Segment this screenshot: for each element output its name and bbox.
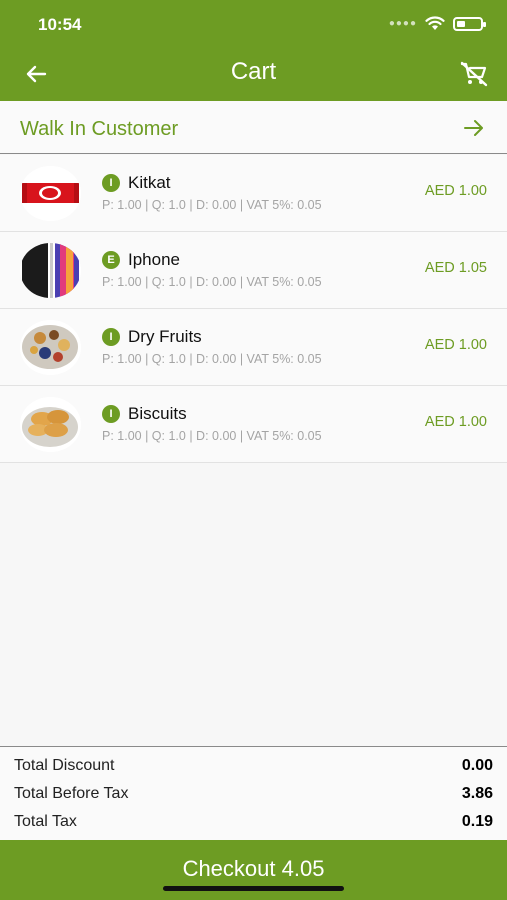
item-price: AED 1.00 [424,337,487,353]
cart-item-row[interactable]: E Iphone P: 1.00 | Q: 1.0 | D: 0.00 | VA… [0,232,507,309]
wifi-icon [425,16,445,30]
cart-item-row[interactable]: I Biscuits P: 1.00 | Q: 1.0 | D: 0.00 | … [0,386,507,463]
cart-remove-icon [460,61,488,87]
iphone-image [20,243,81,298]
battery-level [457,20,465,27]
page-title: Cart [230,58,277,85]
item-name: Biscuits [128,404,187,423]
total-value: 0.19 [461,813,493,830]
item-price: AED 1.00 [424,183,487,199]
totals-panel: Total Discount 0.00 Total Before Tax 3.8… [0,746,507,842]
status-time: 10:54 [38,15,82,34]
item-type-badge: I [102,328,120,346]
clear-cart-button[interactable] [457,58,491,90]
total-before-tax-row: Total Before Tax 3.86 [14,782,493,806]
item-name: Iphone [128,250,180,269]
customer-selector[interactable]: Walk In Customer [0,101,507,154]
app-header: 10:54 ●●●● Cart [0,0,507,101]
status-icons: ●●●● [388,16,486,31]
item-details: P: 1.00 | Q: 1.0 | D: 0.00 | VAT 5%: 0.0… [102,198,322,212]
total-value: 0.00 [461,757,493,774]
total-label: Total Tax [14,813,77,830]
biscuits-image [20,397,81,452]
total-label: Total Before Tax [14,785,129,802]
item-type-badge: I [102,174,120,192]
kitkat-image [20,166,81,221]
item-details: P: 1.00 | Q: 1.0 | D: 0.00 | VAT 5%: 0.0… [102,429,322,443]
signal-icon: ●●●● [388,18,417,29]
customer-name: Walk In Customer [20,118,179,140]
total-tax-row: Total Tax 0.19 [14,810,493,834]
item-type-badge: I [102,405,120,423]
total-value: 3.86 [461,785,493,802]
cart-item-row[interactable]: I Kitkat P: 1.00 | Q: 1.0 | D: 0.00 | VA… [0,155,507,232]
arrow-right-icon [464,120,483,136]
item-details: P: 1.00 | Q: 1.0 | D: 0.00 | VAT 5%: 0.0… [102,352,322,366]
item-price: AED 1.05 [424,260,487,276]
total-label: Total Discount [14,757,115,774]
total-discount-row: Total Discount 0.00 [14,754,493,778]
item-price: AED 1.00 [424,414,487,430]
cart-item-row[interactable]: I Dry Fruits P: 1.00 | Q: 1.0 | D: 0.00 … [0,309,507,386]
cart-item-list: I Kitkat P: 1.00 | Q: 1.0 | D: 0.00 | VA… [0,155,507,463]
item-name: Kitkat [128,173,171,192]
dry-fruits-image [20,320,81,375]
item-details: P: 1.00 | Q: 1.0 | D: 0.00 | VAT 5%: 0.0… [102,275,322,289]
home-indicator [163,886,344,891]
battery-icon [453,16,486,31]
item-type-badge: E [102,251,120,269]
checkout-button[interactable]: Checkout 4.05 [0,840,507,900]
item-name: Dry Fruits [128,327,202,346]
